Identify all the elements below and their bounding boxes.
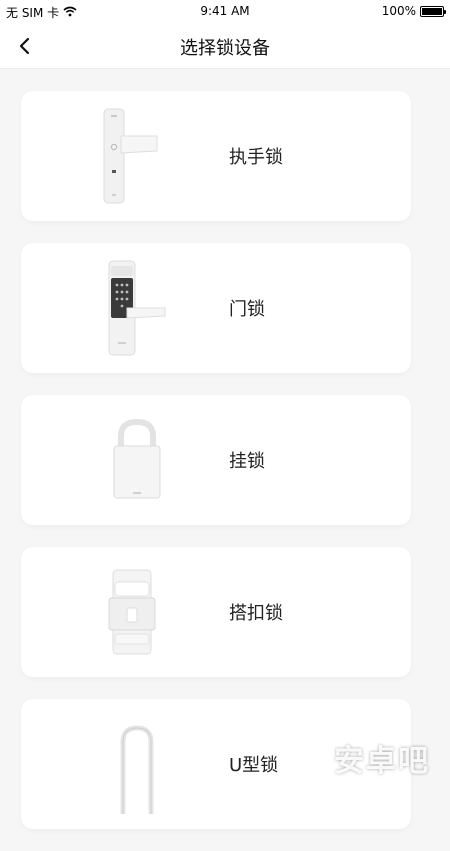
battery-icon bbox=[420, 5, 446, 17]
padlock-icon bbox=[87, 410, 187, 510]
device-label: 搭扣锁 bbox=[229, 603, 283, 624]
device-label: U型锁 bbox=[229, 755, 279, 776]
hasp-lock-icon bbox=[87, 562, 187, 662]
watermark-logo: 安卓吧 bbox=[334, 744, 430, 779]
device-label: 执手锁 bbox=[229, 147, 283, 168]
device-card-lever-lock[interactable]: 执手锁 bbox=[21, 91, 411, 221]
door-lock-icon bbox=[87, 258, 187, 358]
battery-fill bbox=[422, 7, 442, 15]
u-lock-icon bbox=[87, 714, 187, 814]
status-bar: 无 SIM 卡 9:41 AM 100% bbox=[0, 0, 450, 22]
device-card-hasp-lock[interactable]: 搭扣锁 bbox=[21, 547, 411, 677]
nav-bar: 选择锁设备 bbox=[0, 22, 450, 69]
lever-lock-icon bbox=[87, 106, 187, 206]
device-label: 门锁 bbox=[229, 299, 265, 320]
device-card-door-lock[interactable]: 门锁 bbox=[21, 243, 411, 373]
device-card-padlock[interactable]: 挂锁 bbox=[21, 395, 411, 525]
page-title: 选择锁设备 bbox=[180, 38, 270, 59]
battery-percent: 100% bbox=[381, 4, 416, 18]
status-right: 100% bbox=[381, 4, 446, 18]
device-label: 挂锁 bbox=[229, 451, 265, 472]
